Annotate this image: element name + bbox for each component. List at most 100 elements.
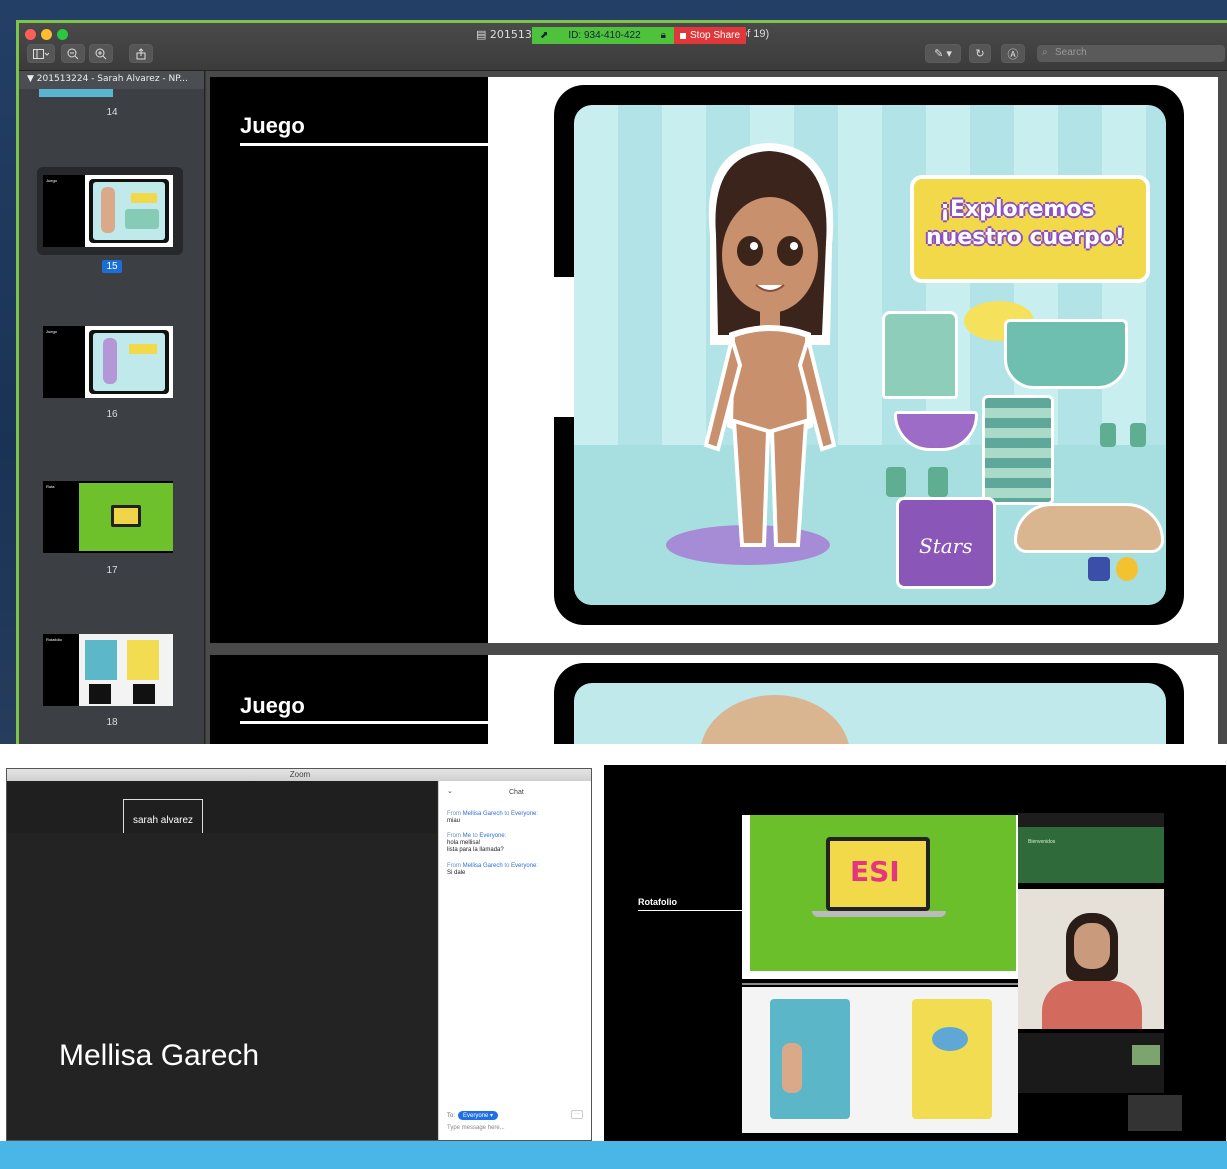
- zoom-out-button[interactable]: [61, 44, 85, 63]
- laptop-image: ESI: [826, 837, 930, 911]
- slide-image-panel: ¡Exploremos nuestro cuerpo! Stars: [488, 77, 1218, 643]
- search-input[interactable]: ⌕ Search: [1037, 45, 1225, 62]
- pen-icon: ✎ ▾: [934, 48, 952, 60]
- disclosure-triangle-icon: ▼: [27, 74, 37, 84]
- thumbnail-16[interactable]: Juego: [43, 326, 173, 398]
- bottom-color-bar: [0, 1141, 1227, 1169]
- chat-message-text: Si dale: [447, 870, 466, 876]
- more-options-button[interactable]: ···: [571, 1110, 583, 1119]
- zoom-window: Zoom sarah alvarez Mellisa Garech ⌄ Chat…: [6, 768, 592, 1141]
- thumbnail-15[interactable]: Juego: [43, 175, 173, 247]
- laptop-esi-text: ESI: [850, 855, 900, 888]
- document-title: ▤ 2015132: [476, 28, 539, 41]
- thumbnail-label-15: 15: [19, 260, 204, 273]
- rotate-icon: ↻: [975, 48, 985, 60]
- meeting-id: ID: 934-410-422: [568, 30, 641, 41]
- skirt-item[interactable]: [1004, 319, 1128, 389]
- rotafolio-label: Rotafolio: [638, 897, 677, 907]
- rotate-button[interactable]: ↻: [969, 44, 991, 63]
- thumbnail-18[interactable]: Rotafolio: [43, 634, 173, 706]
- mascot-logo: [1116, 557, 1138, 581]
- tshirt-text: Stars: [919, 534, 973, 558]
- slide-image-panel-2: [488, 655, 1218, 744]
- slide-heading-2: Juego: [240, 693, 305, 718]
- thumbnail-17-title: Ruta: [46, 484, 55, 489]
- arrow-icon: ⬈: [540, 30, 549, 41]
- webcam-video: [1018, 889, 1164, 1029]
- chat-message-input[interactable]: Type message here...: [447, 1125, 505, 1131]
- chat-message: From Me to Everyone: hola mellisa! lista…: [447, 833, 507, 853]
- chat-panel: ⌄ Chat From Mellisa Garech to Everyone: …: [438, 781, 591, 1140]
- thumbnail-15-title: Juego: [46, 178, 57, 183]
- slide-heading: Juego: [240, 113, 305, 138]
- thumbnail-17[interactable]: Ruta: [43, 481, 173, 553]
- stop-share-button[interactable]: Stop Share: [674, 27, 747, 44]
- slide-heading-underline: [240, 143, 488, 146]
- participant-strip: sarah alvarez: [7, 781, 437, 841]
- participant-name: sarah alvarez: [132, 814, 194, 826]
- thumbnail-label-17: 17: [106, 565, 118, 576]
- chat-recipient-row: To: Everyone ▾: [447, 1111, 499, 1120]
- maximize-window-button[interactable]: [57, 29, 68, 40]
- chat-title: Chat: [509, 789, 524, 796]
- mini-participant-panel: [1018, 1033, 1164, 1093]
- chevron-down-icon[interactable]: ⌄: [447, 787, 453, 795]
- chat-message-text: miau: [447, 818, 461, 824]
- hat-item[interactable]: [1014, 503, 1164, 553]
- shoe-left-item[interactable]: [1100, 423, 1116, 447]
- slide-page-15: Juego ¡Exploremos nuestro cuerpo! Stars: [210, 77, 1218, 643]
- document-view[interactable]: Juego ¡Exploremos nuestro cuerpo! Stars …: [206, 71, 1227, 744]
- sidebar-document-header[interactable]: ▼ 201513224 - Sarah Alvarez - NP...: [19, 71, 204, 89]
- sidebar-icon: [33, 48, 49, 59]
- chat-to-label: To:: [447, 1112, 456, 1119]
- slide-page-16: Juego: [210, 655, 1218, 744]
- stop-icon: [680, 32, 686, 39]
- search-icon: ⌕: [1042, 47, 1048, 58]
- mini-meeting-text: Bienvenidos: [1028, 839, 1056, 845]
- banner-line-1: ¡Exploremos: [940, 197, 1095, 222]
- leggings-item[interactable]: [982, 395, 1054, 505]
- markup-button[interactable]: ✎ ▾: [925, 44, 961, 63]
- zoom-title-bar: Zoom: [7, 769, 591, 781]
- annotate-icon: Ⓐ: [1007, 48, 1019, 61]
- chat-message: From Mellisa Garech to Everyone: Si dale: [447, 863, 539, 876]
- share-button[interactable]: [129, 44, 153, 63]
- sock-right-item[interactable]: [928, 467, 948, 497]
- preview-screen: ▤ 2015132 of 19) ⬈ ID: 934-410-422 🔒︎ St…: [0, 0, 1227, 744]
- annotate-button[interactable]: Ⓐ: [1001, 44, 1025, 63]
- game-screen: ¡Exploremos nuestro cuerpo! Stars: [574, 105, 1166, 605]
- thumbnail-sidebar: ▼ 201513224 - Sarah Alvarez - NP... 14 J…: [19, 71, 205, 744]
- lock-icon: 🔒︎: [660, 30, 666, 41]
- preview-window: ▤ 2015132 of 19) ⬈ ID: 934-410-422 🔒︎ St…: [16, 20, 1227, 744]
- document-icon: ▤: [476, 28, 487, 41]
- zoom-in-button[interactable]: [89, 44, 113, 63]
- thumbnail-label-14: 14: [106, 107, 118, 118]
- sock-left-item[interactable]: [886, 467, 906, 497]
- minimize-window-button[interactable]: [41, 29, 52, 40]
- thumbnail-14[interactable]: [39, 89, 113, 97]
- sidebar-toggle-button[interactable]: [27, 44, 55, 63]
- recipient-select[interactable]: Everyone ▾: [458, 1111, 499, 1120]
- sidebar-document-name: 201513224 - Sarah Alvarez - NP...: [36, 74, 188, 84]
- banner-line-2: nuestro cuerpo!: [926, 225, 1125, 250]
- mini-thumbnail: [1128, 1095, 1182, 1131]
- active-speaker-name: Mellisa Garech: [59, 1039, 260, 1072]
- top-clothing-item[interactable]: [882, 311, 958, 399]
- zoom-out-icon: [67, 48, 79, 59]
- chat-message: From Mellisa Garech to Everyone: miau: [447, 811, 539, 824]
- meeting-id-badge[interactable]: ⬈ ID: 934-410-422 🔒︎: [532, 27, 674, 44]
- tshirt-item[interactable]: Stars: [896, 497, 996, 589]
- shoe-right-item[interactable]: [1130, 423, 1146, 447]
- shared-slide-rotafolio: [742, 987, 1018, 1133]
- close-window-button[interactable]: [25, 29, 36, 40]
- thumbnail-label-18: 18: [106, 717, 118, 728]
- slide-heading-underline-2: [240, 721, 488, 724]
- rotafolio-underline: [638, 910, 742, 911]
- u-logo: [1088, 557, 1110, 581]
- mini-meeting-screen: Bienvenidos: [1018, 813, 1164, 883]
- active-speaker-view: Mellisa Garech: [7, 833, 437, 1140]
- shared-slide-green: ESI: [742, 815, 1018, 979]
- thumbnail-16-title: Juego: [46, 329, 57, 334]
- chat-input-placeholder: Type message here...: [447, 1125, 505, 1131]
- screenshot-collage: ▤ 2015132 of 19) ⬈ ID: 934-410-422 🔒︎ St…: [0, 0, 1227, 1169]
